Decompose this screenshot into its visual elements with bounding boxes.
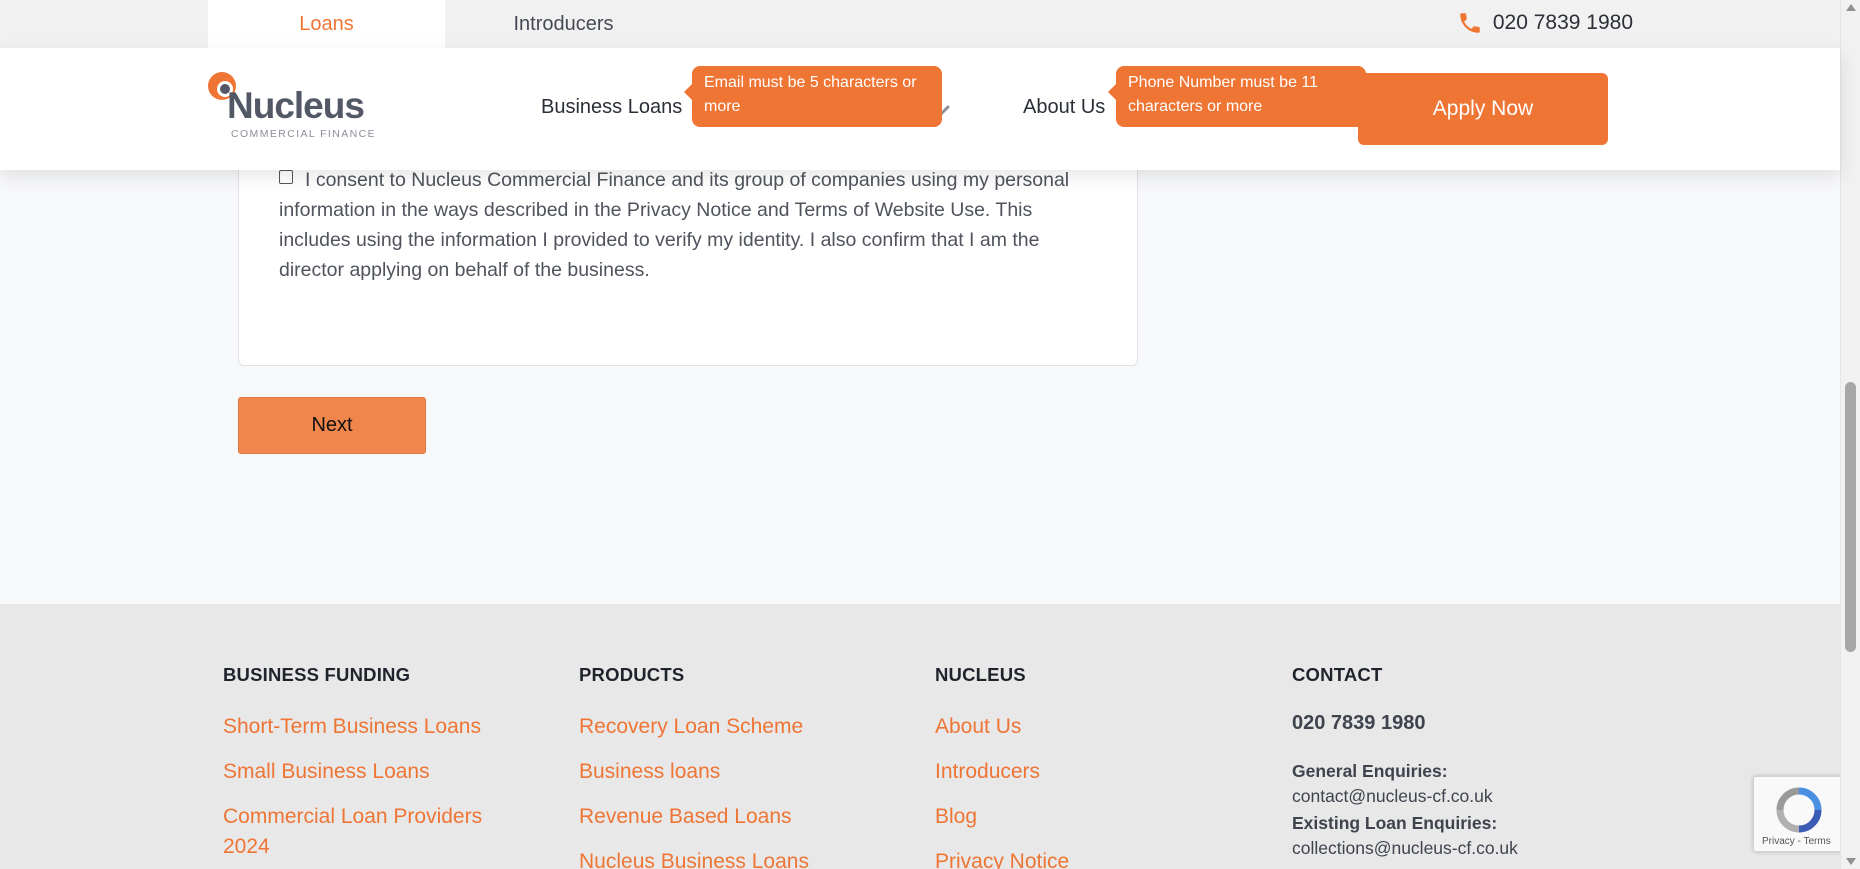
footer-column-contact: CONTACT 020 7839 1980 General Enquiries:… (1292, 664, 1518, 863)
top-phone-number: 020 7839 1980 (1492, 11, 1633, 34)
footer-column-products: PRODUCTS Recovery Loan Scheme Business l… (579, 664, 879, 869)
recaptcha-links[interactable]: Privacy - Terms (1762, 836, 1831, 847)
footer-heading: CONTACT (1292, 664, 1383, 685)
logo-word: Nucleus (227, 85, 365, 126)
scroll-down-arrow-icon[interactable] (1846, 858, 1856, 865)
nucleus-logo[interactable]: Nucleus COMMERCIAL FINANCE (207, 71, 375, 141)
page-scrollbar[interactable] (1840, 0, 1860, 869)
tab-loans[interactable]: Loans (208, 0, 445, 48)
tab-introducers[interactable]: Introducers (445, 0, 682, 48)
footer-link[interactable]: Short-Term Business Loans (223, 712, 523, 742)
footer-heading: BUSINESS FUNDING (223, 664, 411, 685)
nav-about-us[interactable]: About Us (1023, 96, 1105, 119)
consent-text: I consent to Nucleus Commercial Finance … (279, 169, 1070, 281)
footer-column-business-funding: BUSINESS FUNDING Short-Term Business Loa… (223, 664, 523, 869)
footer-phone[interactable]: 020 7839 1980 (1292, 712, 1518, 735)
recaptcha-badge[interactable]: Privacy - Terms (1753, 776, 1843, 852)
consent-row: I consent to Nucleus Commercial Finance … (279, 165, 1107, 285)
footer-link[interactable]: Recovery Loan Scheme (579, 712, 879, 742)
next-button[interactable]: Next (238, 397, 426, 454)
footer-link[interactable]: Introducers (935, 757, 1235, 787)
logo-subtitle: COMMERCIAL FINANCE (231, 128, 376, 140)
phone-icon (1460, 13, 1480, 33)
footer-link[interactable]: Revenue Based Loans (579, 802, 879, 832)
apply-now-button[interactable]: Apply Now (1358, 73, 1608, 145)
consent-checkbox[interactable] (279, 170, 293, 184)
existing-loan-enquiries-label: Existing Loan Enquiries: (1292, 813, 1498, 833)
footer-heading: PRODUCTS (579, 664, 685, 685)
top-phone-link[interactable]: 020 7839 1980 (1457, 10, 1633, 36)
general-enquiries-label: General Enquiries: (1292, 761, 1448, 781)
site-header: Nucleus COMMERCIAL FINANCE Business Loan… (0, 48, 1840, 170)
general-enquiries-email[interactable]: contact@nucleus-cf.co.uk (1292, 783, 1518, 809)
footer-heading: NUCLEUS (935, 664, 1026, 685)
footer-link[interactable]: Blog (935, 802, 1235, 832)
site-footer: BUSINESS FUNDING Short-Term Business Loa… (0, 604, 1840, 869)
footer-link[interactable]: Privacy Notice (935, 847, 1235, 869)
scroll-up-arrow-icon[interactable] (1846, 4, 1856, 11)
footer-link[interactable]: About Us (935, 712, 1235, 742)
nav-business-loans[interactable]: Business Loans (541, 96, 682, 119)
scrollbar-thumb[interactable] (1845, 382, 1856, 652)
phone-validation-tooltip: Phone Number must be 11 characters or mo… (1108, 66, 1366, 127)
footer-link[interactable]: Small Business Loans (223, 757, 523, 787)
footer-link[interactable]: Business loans (579, 757, 879, 787)
email-validation-tooltip: Email must be 5 characters or more (684, 66, 942, 127)
recaptcha-icon (1776, 787, 1822, 833)
footer-column-nucleus: NUCLEUS About Us Introducers Blog Privac… (935, 664, 1235, 869)
footer-link[interactable]: Nucleus Business Loans (579, 847, 879, 869)
existing-loan-enquiries-email[interactable]: collections@nucleus-cf.co.uk (1292, 835, 1518, 861)
top-bar: Loans Introducers 020 7839 1980 (0, 0, 1840, 48)
footer-link[interactable]: Commercial Loan Providers 2024 (223, 802, 523, 862)
